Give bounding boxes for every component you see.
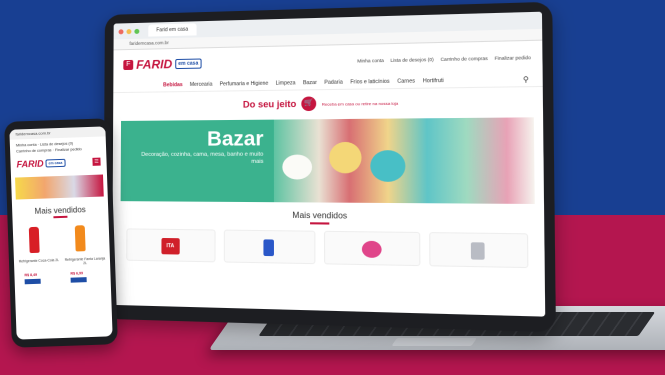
- phone-link[interactable]: Carrinho de compras: [16, 148, 52, 153]
- laptop-lid: Farid em casa faridemcasa.com.br F FARID…: [103, 1, 556, 333]
- nav-item[interactable]: Frios e laticínios: [350, 79, 389, 86]
- phone-logo-tag: em casa: [45, 158, 66, 168]
- maximize-dot-icon[interactable]: [134, 28, 140, 34]
- phone-link[interactable]: Minha conta: [16, 143, 37, 148]
- promo-strip: Do seu jeito 🛒 Receba em casa ou retire …: [113, 87, 543, 119]
- top-link[interactable]: Carrinho de compras: [440, 55, 487, 61]
- product-card[interactable]: ITA: [126, 228, 216, 263]
- nav-item[interactable]: Mercearia: [190, 82, 213, 88]
- nav-item-bebidas[interactable]: Bebidas: [163, 82, 183, 88]
- phone-logo-text: FARID: [16, 158, 44, 170]
- nav-item[interactable]: Bazar: [303, 80, 317, 86]
- plate-shape: [370, 150, 406, 182]
- product-name: Refrigerante Coca-Cola 2L: [18, 257, 60, 263]
- phone-link[interactable]: Lista de desejos (0): [40, 142, 73, 147]
- nav-item[interactable]: Padaria: [324, 79, 342, 86]
- phone-product-card[interactable]: Refrigerante Coca-Cola 2L R$ 8,49: [17, 224, 61, 287]
- banner-photo: [273, 117, 535, 204]
- promo-subtitle: Receba em casa ou retire na nossa loja: [321, 100, 399, 107]
- nav-item[interactable]: Hortifruti: [423, 78, 444, 85]
- top-link[interactable]: Lista de desejos (0): [390, 56, 433, 62]
- buy-button[interactable]: [70, 276, 87, 283]
- phone-screen: faridemcasa.com.br Minha conta · Lista d…: [9, 126, 113, 340]
- smartphone: faridemcasa.com.br Minha conta · Lista d…: [4, 118, 118, 348]
- product-image: [263, 239, 275, 257]
- top-link[interactable]: Minha conta: [357, 57, 384, 63]
- nav-item[interactable]: Limpeza: [276, 80, 296, 86]
- product-card[interactable]: [323, 230, 420, 267]
- product-price: R$ 8,49: [24, 272, 38, 277]
- product-image: [361, 240, 382, 258]
- product-row: ITA: [112, 222, 544, 275]
- search-icon[interactable]: ⚲: [523, 75, 529, 84]
- banner-text-panel: Bazar Decoração, cozinha, cama, mesa, ba…: [120, 119, 274, 203]
- section-title: Mais vendidos: [292, 210, 348, 221]
- hero-banner[interactable]: Bazar Decoração, cozinha, cama, mesa, ba…: [120, 117, 535, 204]
- banner-subtitle: Decoração, cozinha, cama, mesa, banho e …: [141, 151, 264, 165]
- product-card[interactable]: [223, 229, 316, 265]
- logo-text: FARID: [136, 57, 173, 72]
- product-name: Refrigerante Fanta Laranja 2L: [64, 255, 106, 265]
- vase-shape: [282, 154, 313, 180]
- nav-item[interactable]: Perfumaria e Higiene: [220, 81, 269, 88]
- phone-logo[interactable]: FARID em casa ☰: [10, 154, 106, 171]
- menu-icon[interactable]: ☰: [92, 157, 101, 166]
- phone-section-title: Mais vendidos: [34, 205, 86, 216]
- trackpad: [391, 338, 477, 346]
- laptop-screen: Farid em casa faridemcasa.com.br F FARID…: [112, 11, 546, 317]
- product-card[interactable]: [428, 232, 529, 269]
- nav-item[interactable]: Carnes: [397, 78, 415, 85]
- product-price: R$ 6,99: [70, 270, 84, 276]
- product-badge: ITA: [161, 237, 180, 255]
- product-image: [471, 242, 485, 260]
- browser-tab[interactable]: Farid em casa: [148, 23, 197, 37]
- top-links: Minha conta Lista de desejos (0) Carrinh…: [357, 54, 531, 63]
- bottle-image: [74, 224, 86, 252]
- site-logo[interactable]: F FARID em casa: [123, 56, 202, 72]
- logo-icon: F: [123, 59, 134, 71]
- phone-product-row: Refrigerante Coca-Cola 2L R$ 8,49 Refrig…: [12, 216, 111, 293]
- phone-product-card[interactable]: Refrigerante Fanta Laranja 2L R$ 6,99: [63, 222, 107, 285]
- buy-button[interactable]: [24, 278, 41, 284]
- laptop: Farid em casa faridemcasa.com.br F FARID…: [103, 1, 665, 350]
- cart-icon: 🛒: [301, 96, 317, 112]
- logo-tag: em casa: [175, 58, 202, 70]
- phone-link[interactable]: Finalizar pedido: [55, 147, 82, 152]
- promo-title: Do seu jeito: [242, 98, 297, 110]
- phone-banner[interactable]: [15, 174, 104, 200]
- bowl-shape: [329, 141, 362, 174]
- minimize-dot-icon[interactable]: [126, 28, 132, 34]
- bottle-image: [28, 226, 40, 253]
- close-dot-icon[interactable]: [118, 28, 124, 34]
- top-link[interactable]: Finalizar pedido: [495, 54, 531, 60]
- banner-title: Bazar: [207, 127, 264, 151]
